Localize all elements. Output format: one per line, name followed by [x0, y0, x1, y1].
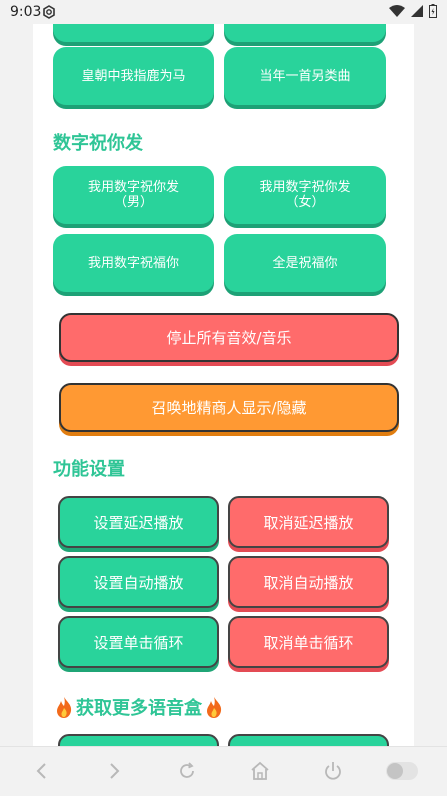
section-title-settings: 功能设置 — [53, 459, 125, 480]
sound-button-numbers-bless[interactable]: 我用数字祝福你 — [53, 234, 214, 292]
home-icon[interactable] — [249, 760, 271, 782]
status-bar: 9:03 — [0, 0, 447, 24]
fire-icon — [57, 697, 72, 718]
cancel-auto-play-button[interactable]: 取消自动播放 — [228, 556, 389, 608]
button-label: 我用数字祝福你 — [87, 255, 179, 271]
button-label: 取消自动播放 — [263, 573, 354, 592]
battery-icon — [429, 4, 437, 18]
fire-icon — [207, 697, 222, 718]
button-label: 召唤地精商人显示/隐藏 — [151, 399, 307, 417]
more-button-partial-1[interactable] — [58, 734, 219, 746]
button-label: 设置自动播放 — [93, 573, 184, 592]
refresh-icon[interactable] — [176, 760, 198, 782]
sound-button-zhao-zhong[interactable]: 皇朝中我指鹿为马 — [53, 47, 214, 105]
sound-button-all-bless[interactable]: 全是祝福你 — [224, 234, 386, 292]
sound-button-partial-2[interactable] — [224, 24, 386, 42]
forward-icon[interactable] — [103, 760, 125, 782]
settings-notification-icon — [43, 5, 55, 19]
stop-all-button[interactable]: 停止所有音效/音乐 — [59, 313, 399, 362]
section-title-more: 获取更多语音盒 — [76, 698, 202, 719]
sound-button-partial-1[interactable] — [53, 24, 214, 42]
browser-nav-bar — [0, 746, 447, 796]
set-auto-play-button[interactable]: 设置自动播放 — [58, 556, 219, 608]
mode-toggle[interactable] — [386, 762, 418, 780]
button-label: 取消单击循环 — [263, 633, 354, 652]
set-delay-button[interactable]: 设置延迟播放 — [58, 496, 219, 548]
wifi-icon — [389, 5, 405, 17]
button-label: 全是祝福你 — [272, 255, 338, 271]
summon-merchant-button[interactable]: 召唤地精商人显示/隐藏 — [59, 383, 399, 432]
button-label: 设置单击循环 — [93, 633, 184, 652]
back-icon[interactable] — [31, 760, 53, 782]
content-page: 皇朝中我指鹿为马 当年一首另类曲 数字祝你发 我用数字祝你发 （男） 我用数字祝… — [33, 24, 414, 746]
sound-button-dang-nian[interactable]: 当年一首另类曲 — [224, 47, 386, 105]
cancel-delay-button[interactable]: 取消延迟播放 — [228, 496, 389, 548]
button-sublabel: （男） — [113, 195, 153, 210]
button-label: 我用数字祝你发 — [87, 180, 179, 195]
cancel-click-loop-button[interactable]: 取消单击循环 — [228, 616, 389, 668]
toggle-knob — [387, 763, 403, 779]
sound-button-numbers-male[interactable]: 我用数字祝你发 （男） — [53, 166, 214, 224]
button-label: 停止所有音效/音乐 — [166, 329, 292, 347]
power-icon[interactable] — [322, 760, 344, 782]
button-label: 当年一首另类曲 — [259, 68, 351, 84]
signal-icon — [411, 5, 423, 17]
set-click-loop-button[interactable]: 设置单击循环 — [58, 616, 219, 668]
button-label: 皇朝中我指鹿为马 — [81, 68, 186, 84]
button-label: 取消延迟播放 — [263, 513, 354, 532]
more-button-partial-2[interactable] — [228, 734, 389, 746]
more-voicebox-heading: 获取更多语音盒 — [55, 694, 223, 720]
button-label: 我用数字祝你发 — [259, 180, 351, 195]
status-time: 9:03 — [10, 4, 42, 20]
sound-button-numbers-female[interactable]: 我用数字祝你发 （女） — [224, 166, 386, 224]
button-sublabel: （女） — [285, 195, 325, 210]
section-title-numbers: 数字祝你发 — [53, 133, 143, 154]
button-label: 设置延迟播放 — [93, 513, 184, 532]
